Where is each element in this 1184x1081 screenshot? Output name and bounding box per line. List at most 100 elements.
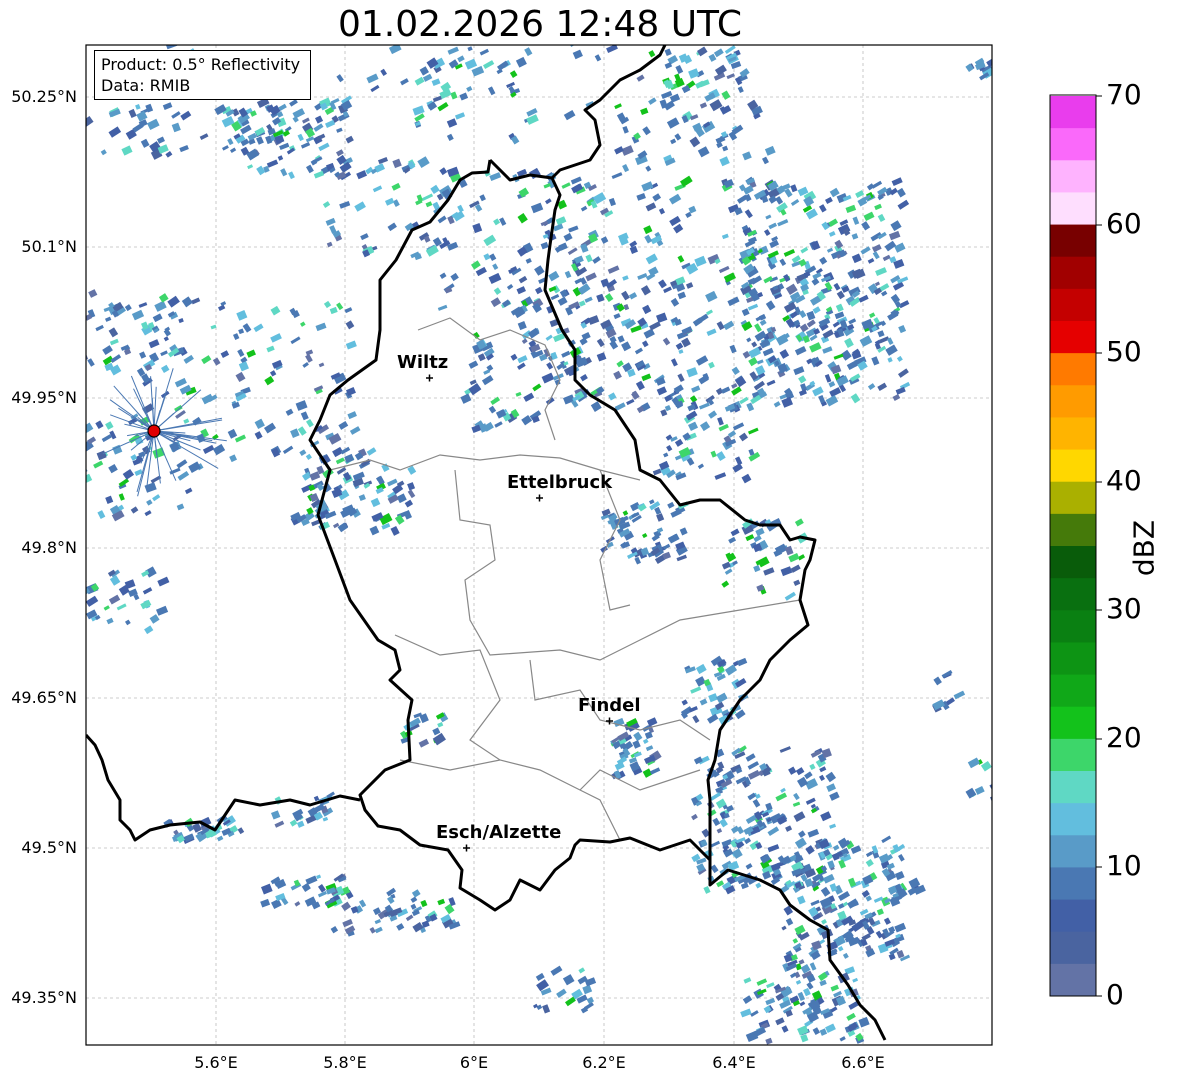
echo-cell <box>184 487 193 495</box>
echo-cell <box>874 281 881 287</box>
colorbar-segment <box>1050 481 1096 515</box>
echo-cell <box>793 811 806 822</box>
echo-cell <box>270 898 282 910</box>
colorbar-segment <box>1050 513 1096 547</box>
echo-cell <box>121 145 133 156</box>
echo-cell <box>471 260 481 270</box>
colorbar-segment <box>1050 803 1096 836</box>
echo-cell <box>95 420 104 429</box>
colorbar-segment <box>1050 96 1096 129</box>
echo-cell <box>719 156 730 167</box>
echo-cell <box>861 221 871 231</box>
echo-cell <box>717 416 724 426</box>
echo-cell <box>464 58 478 70</box>
echo-cell <box>751 341 758 348</box>
lon-tick-label: 6.6°E <box>841 1053 885 1072</box>
echo-cell <box>634 556 641 565</box>
echo-cell <box>888 230 901 241</box>
city-marker-ettelbruck <box>536 494 543 502</box>
echo-cell <box>302 117 310 124</box>
echo-cell <box>300 142 311 149</box>
echo-cell <box>229 147 237 154</box>
echo-cell <box>356 170 368 180</box>
echo-cell <box>775 1017 785 1026</box>
echo-cell <box>779 258 787 266</box>
city-markers <box>426 374 613 852</box>
echo-cell <box>264 375 275 386</box>
echo-cell <box>163 336 169 342</box>
echo-cell <box>341 901 351 912</box>
echo-cell <box>809 342 822 353</box>
echo-cell <box>705 290 718 303</box>
echo-cell <box>584 296 593 303</box>
echo-cell <box>313 123 324 132</box>
echo-cell <box>706 328 717 336</box>
echo-cell <box>489 172 502 182</box>
echo-cell <box>805 797 816 805</box>
echo-cell <box>794 345 807 356</box>
echo-cell <box>714 64 727 76</box>
echo-cell <box>171 122 181 133</box>
colorbar-segment <box>1050 867 1096 901</box>
echo-cell <box>648 97 657 105</box>
echo-cell <box>238 361 249 372</box>
echo-cell <box>871 180 883 189</box>
echo-cell <box>766 379 776 387</box>
echo-cell <box>372 185 383 193</box>
echo-cell <box>336 127 343 133</box>
echo-cell <box>493 287 502 295</box>
echo-cell <box>764 229 771 236</box>
echo-cell <box>220 301 227 307</box>
echo-cell <box>691 813 698 821</box>
echo-cell <box>995 64 1004 73</box>
echo-cell <box>765 214 772 220</box>
echo-cell <box>318 142 330 152</box>
echo-cell <box>663 286 672 294</box>
echo-cell <box>871 356 880 366</box>
echo-cell <box>724 568 733 575</box>
echo-cell <box>819 1028 828 1036</box>
echo-cell <box>745 814 757 825</box>
echo-cell <box>686 367 698 378</box>
echo-cell <box>825 1023 836 1033</box>
colorbar-segment <box>1050 899 1096 933</box>
echo-cell <box>896 355 903 362</box>
echo-cell <box>865 858 874 868</box>
echo-cell <box>608 197 617 207</box>
echo-cell <box>227 428 238 439</box>
echo-cell <box>648 266 659 277</box>
echo-cell <box>501 27 507 33</box>
echo-cell <box>499 217 507 226</box>
echo-cell <box>614 103 622 110</box>
echo-cell <box>158 293 169 303</box>
echo-cell <box>431 78 441 87</box>
echo-cell <box>101 434 112 443</box>
echo-cell <box>895 386 906 395</box>
echo-cell <box>662 543 671 550</box>
echo-cell <box>716 451 726 461</box>
echo-cell <box>645 165 652 172</box>
echo-cell <box>342 918 353 928</box>
echo-cell <box>479 194 486 202</box>
lat-tick-label: 49.5°N <box>21 838 77 857</box>
echo-cell <box>255 136 264 145</box>
echo-cell <box>833 282 841 291</box>
echo-cell <box>695 355 709 366</box>
echo-cell <box>670 297 680 307</box>
echo-cell <box>131 309 145 321</box>
echo-cell <box>212 357 221 366</box>
echo-cell <box>410 896 418 903</box>
echo-cell <box>422 73 433 82</box>
echo-cell <box>765 1037 773 1045</box>
echo-cell <box>493 218 501 226</box>
city-marker-esch <box>463 844 470 852</box>
echo-cell <box>442 28 453 36</box>
echo-cell <box>108 126 122 138</box>
echo-cell <box>828 381 836 388</box>
colorbar-segment <box>1050 321 1096 354</box>
echo-cell <box>105 316 112 322</box>
echo-cell <box>716 692 728 704</box>
echo-cell <box>636 74 645 82</box>
echo-cell <box>825 196 833 205</box>
echo-cell <box>540 241 549 250</box>
